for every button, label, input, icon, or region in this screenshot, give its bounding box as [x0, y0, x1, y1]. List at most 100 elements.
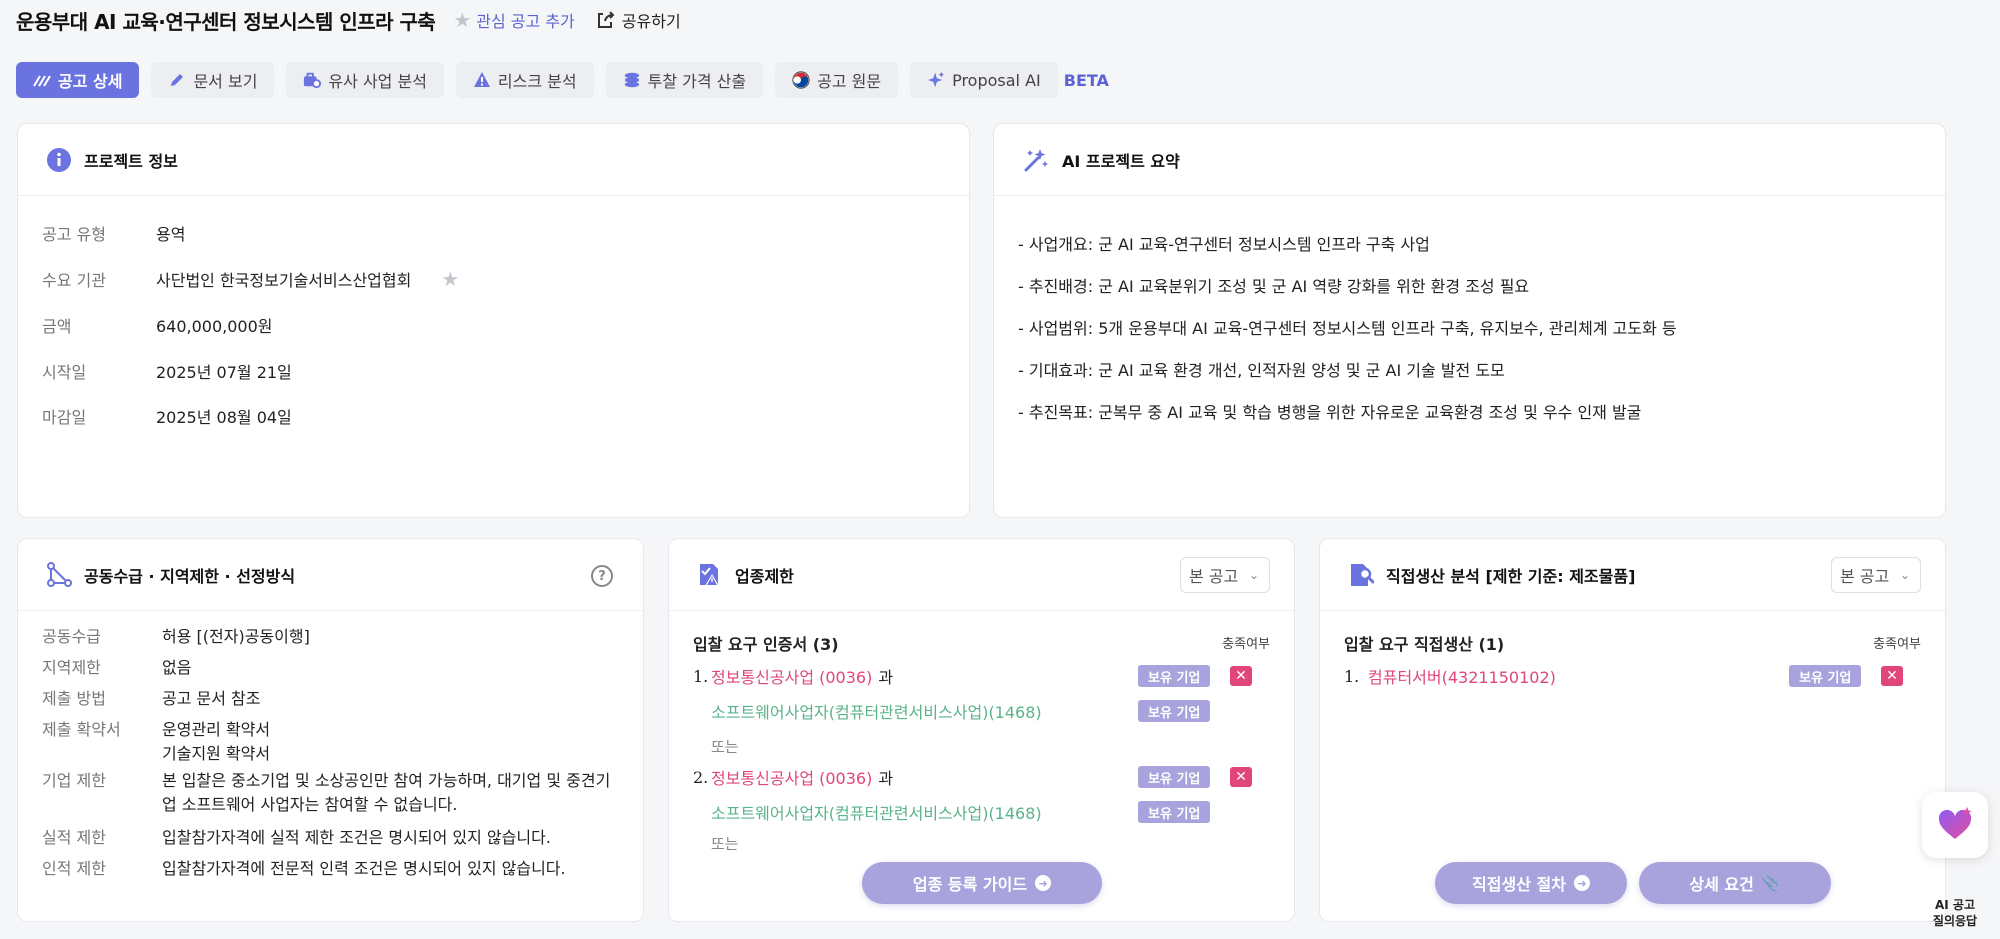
card-header: 공동수급 · 지역제한 · 선정방식 ? — [18, 539, 643, 611]
joint-key: 제출 확약서 — [42, 720, 121, 739]
tab-label: 문서 보기 — [193, 72, 258, 91]
info-value: 2025년 07월 21일 — [156, 363, 292, 382]
license-number: 2. — [693, 767, 709, 787]
notice-select[interactable]: 본 공고 ⌄ — [1831, 557, 1921, 593]
help-icon[interactable]: ? — [591, 565, 613, 587]
arrow-right-icon: ➜ — [1573, 875, 1590, 891]
card-header: 직접생산 분석 [제한 기준: 제조물품] 본 공고 ⌄ — [1320, 539, 1945, 611]
info-value: 2025년 08월 04일 — [156, 408, 292, 427]
ai-qa-button[interactable] — [1922, 792, 1988, 858]
owned-company-badge[interactable]: 보유 기업 — [1138, 801, 1211, 823]
pencil-icon — [168, 71, 186, 89]
owned-company-badge[interactable]: 보유 기업 — [1138, 665, 1211, 687]
tab-label: 투찰 가격 산출 — [647, 72, 747, 91]
summary-line: - 기대효과: 군 AI 교육 환경 개선, 인적자원 양성 및 군 AI 기술… — [1018, 361, 1505, 380]
fab-line-1: AI 공고 — [1934, 898, 1975, 912]
license-secondary[interactable]: 소프트웨어사업자(컴퓨터관련서비스사업)(1468) — [711, 800, 1042, 824]
joint-row: 공동수급 허용 [(전자)공동이행] — [42, 625, 622, 649]
summary-line: - 사업개요: 군 AI 교육-연구센터 정보시스템 인프라 구축 사업 — [1018, 235, 1430, 254]
card-title: 직접생산 분석 [제한 기준: 제조물품] — [1386, 566, 1636, 586]
document-warning-icon — [700, 563, 719, 586]
close-icon[interactable]: ✕ — [1881, 666, 1903, 686]
joint-key: 제출 방법 — [42, 689, 106, 708]
info-value: 용역 — [156, 225, 186, 244]
joint-row: 기업 제한 본 입찰은 중소기업 및 소상공인만 참여 가능하며, 대기업 및 중… — [42, 769, 622, 817]
fulfillment-header: 충족여부 — [1222, 637, 1270, 652]
card-title: 업종제한 — [735, 566, 794, 586]
card-title: AI 프로젝트 요약 — [1062, 151, 1180, 171]
info-key: 금액 — [42, 317, 72, 336]
coins-icon — [623, 71, 641, 89]
info-row: 금액 640,000,000원 — [42, 313, 273, 337]
tab-risk-analysis[interactable]: 리스크 분석 — [455, 62, 594, 98]
notice-select[interactable]: 본 공고 ⌄ — [1180, 557, 1270, 593]
tab-label: 공고 상세 — [58, 72, 123, 91]
tab-similar-projects[interactable]: 유사 사업 분석 — [286, 62, 444, 98]
taegeuk-icon — [792, 71, 810, 89]
owned-company-badge[interactable]: 보유 기업 — [1138, 700, 1211, 722]
joint-value: 입찰참가자격에 실적 제한 조건은 명시되어 있지 않습니다. — [162, 828, 551, 847]
license-primary[interactable]: 정보통신공사업 (0036) — [711, 765, 872, 789]
info-icon — [47, 147, 71, 172]
briefcase-clock-icon — [303, 71, 322, 89]
close-icon[interactable]: ✕ — [1230, 666, 1252, 686]
share-icon — [597, 11, 615, 28]
product-number: 1. — [1344, 666, 1360, 686]
commitment-2: 기술지원 확약서 — [162, 744, 271, 763]
chevron-down-icon: ⌄ — [1899, 568, 1910, 582]
favorite-button[interactable]: ★ 관심 공고 추가 — [453, 8, 574, 32]
or-row: 또는 — [711, 836, 1270, 850]
document-search-icon — [1351, 563, 1374, 586]
share-button[interactable]: 공유하기 — [595, 8, 681, 32]
summary-line: - 추진배경: 군 AI 교육분위기 조성 및 군 AI 역량 강화를 위한 환… — [1018, 277, 1530, 296]
select-value: 본 공고 — [1189, 567, 1239, 586]
joint-value: 없음 — [162, 658, 192, 677]
owned-company-badge[interactable]: 보유 기업 — [1138, 766, 1211, 788]
or-label: 또는 — [711, 737, 739, 756]
tab-notice-detail[interactable]: 공고 상세 — [16, 62, 140, 98]
tab-bid-price[interactable]: 투찰 가격 산출 — [605, 62, 764, 98]
tab-proposal-ai[interactable]: Proposal AI — [910, 62, 1058, 98]
agency-name: 사단법인 한국정보기술서비스산업협회 — [156, 271, 412, 290]
or-label: 또는 — [711, 836, 739, 850]
info-row: 시작일 2025년 07월 21일 — [42, 359, 292, 383]
joint-key: 지역제한 — [42, 658, 101, 677]
star-icon[interactable]: ★ — [441, 267, 459, 291]
select-value: 본 공고 — [1840, 567, 1890, 586]
product-name[interactable]: 컴퓨터서버(4321150102) — [1368, 664, 1556, 688]
close-icon[interactable]: ✕ — [1230, 767, 1252, 787]
tab-bar: 공고 상세 문서 보기 유사 사업 분석 리스크 분석 투찰 가격 산출 공고 … — [16, 62, 1109, 98]
joint-row: 제출 확약서 운영관리 확약서 기술지원 확약서 — [42, 718, 622, 766]
detail-requirements-button[interactable]: 상세 요건 📎 — [1639, 862, 1831, 904]
tab-label: 공고 원문 — [817, 72, 882, 91]
tab-notice-original[interactable]: 공고 원문 — [775, 62, 899, 98]
ai-summary-card: AI 프로젝트 요약 - 사업개요: 군 AI 교육-연구센터 정보시스템 인프… — [993, 123, 1946, 518]
card-header: 업종제한 본 공고 ⌄ — [669, 539, 1294, 611]
owned-company-badge[interactable]: 보유 기업 — [1789, 665, 1862, 687]
heart-chat-icon — [1938, 807, 1972, 839]
joint-supply-card: 공동수급 · 지역제한 · 선정방식 ? 공동수급 허용 [(전자)공동이행] 지… — [17, 538, 644, 922]
page-title: 운용부대 AI 교육·연구센터 정보시스템 인프라 구축 — [16, 9, 436, 34]
tab-document-view[interactable]: 문서 보기 — [151, 62, 275, 98]
paperclip-icon: 📎 — [1761, 874, 1781, 892]
tab-label: Proposal AI — [952, 70, 1041, 90]
license-number: 1. — [693, 666, 709, 686]
ai-qa-label: AI 공고 질의응답 — [1916, 897, 1994, 929]
joint-value: 공고 문서 참조 — [162, 689, 261, 708]
button-label: 상세 요건 — [1689, 875, 1754, 894]
direct-procedure-button[interactable]: 직접생산 절차 ➜ — [1435, 862, 1627, 904]
license-primary[interactable]: 정보통신공사업 (0036) — [711, 664, 872, 688]
info-value: 640,000,000원 — [156, 317, 273, 336]
industry-guide-button[interactable]: 업종 등록 가이드 ➜ — [862, 862, 1102, 904]
info-key: 시작일 — [42, 363, 87, 382]
button-label: 업종 등록 가이드 — [912, 875, 1028, 894]
joint-key: 인적 제한 — [42, 859, 106, 878]
card-title: 공동수급 · 지역제한 · 선정방식 — [84, 566, 296, 586]
star-icon: ★ — [453, 8, 472, 32]
chevron-down-icon: ⌄ — [1248, 568, 1259, 582]
info-key: 수요 기관 — [42, 271, 106, 290]
license-secondary[interactable]: 소프트웨어사업자(컴퓨터관련서비스사업)(1468) — [711, 699, 1042, 723]
arrow-right-icon: ➜ — [1035, 875, 1052, 891]
joint-row: 제출 방법 공고 문서 참조 — [42, 687, 622, 711]
tab-label: 유사 사업 분석 — [328, 72, 427, 91]
